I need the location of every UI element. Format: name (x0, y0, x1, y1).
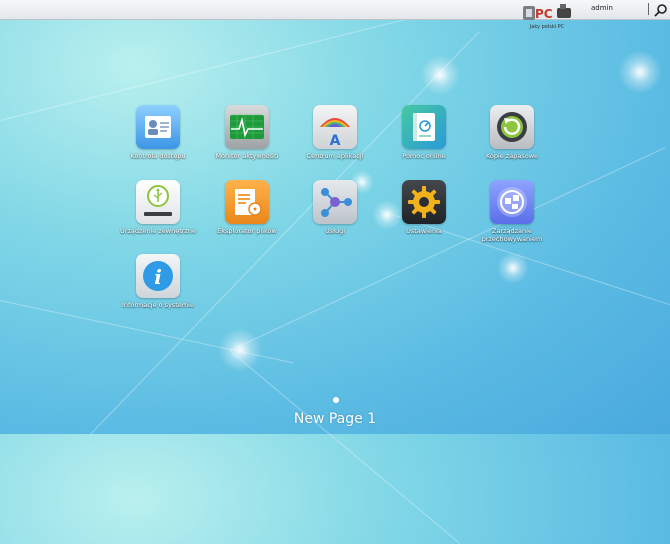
search-button[interactable] (654, 2, 668, 17)
app-storage-manager[interactable]: Zarządzanie przechowywaniem (472, 180, 552, 243)
app-label: Ustawienia (406, 227, 442, 235)
app-system-info[interactable]: i Informacje o systemie (118, 254, 198, 309)
usb-device-icon (136, 180, 180, 224)
app-access-control[interactable]: Kontrola dostępu (118, 105, 198, 160)
app-services[interactable]: Usługi (295, 180, 375, 235)
system-info-icon: i (136, 254, 180, 298)
app-label: Centrum aplikacji (306, 152, 364, 160)
app-label: Pomoc online (402, 152, 446, 160)
activity-monitor-icon (225, 105, 269, 149)
access-control-icon (136, 105, 180, 149)
app-label: Eksplorator plików (217, 227, 277, 235)
file-explorer-icon (225, 180, 269, 224)
app-external-device[interactable]: Urządzenie zewnętrzne (118, 180, 198, 235)
app-online-help[interactable]: Pomoc online (384, 105, 464, 160)
app-label: Urządzenie zewnętrzne (120, 227, 196, 235)
brand-logo: PC Jaky polski PC (521, 2, 573, 32)
search-icon (654, 4, 667, 17)
glow-spot (218, 328, 262, 372)
svg-text:A: A (330, 133, 341, 149)
app-app-central[interactable]: A Centrum aplikacji (295, 105, 375, 160)
app-label: Zarządzanie przechowywaniem (481, 227, 543, 243)
app-label: Monitor aktywności (215, 152, 279, 160)
app-activity-monitor[interactable]: Monitor aktywności (207, 105, 287, 160)
app-central-icon: A (313, 105, 357, 149)
app-backup[interactable]: Kopie zapasowe (472, 105, 552, 160)
glow-spot (420, 55, 460, 95)
user-menu[interactable]: admin (591, 4, 613, 12)
storage-manager-icon (490, 180, 534, 224)
app-settings[interactable]: Ustawienia (384, 180, 464, 235)
svg-text:PC: PC (535, 7, 553, 21)
online-help-icon (402, 105, 446, 149)
backup-icon (490, 105, 534, 149)
toolbar-divider (648, 3, 649, 15)
page-title: New Page 1 (293, 411, 377, 427)
svg-text:i: i (154, 265, 162, 289)
top-bar: PC Jaky polski PC admin (0, 0, 670, 30)
page-indicator-dot[interactable] (333, 397, 339, 403)
app-label: Kontrola dostępu (130, 152, 186, 160)
settings-gear-icon (402, 180, 446, 224)
services-icon (313, 180, 357, 224)
app-file-explorer[interactable]: Eksplorator plików (207, 180, 287, 235)
app-label: Usługi (324, 227, 346, 235)
app-label: Kopie zapasowe (485, 152, 539, 160)
app-label: Informacje o systemie (122, 301, 194, 309)
glow-spot (497, 252, 529, 284)
glow-spot (618, 50, 662, 94)
